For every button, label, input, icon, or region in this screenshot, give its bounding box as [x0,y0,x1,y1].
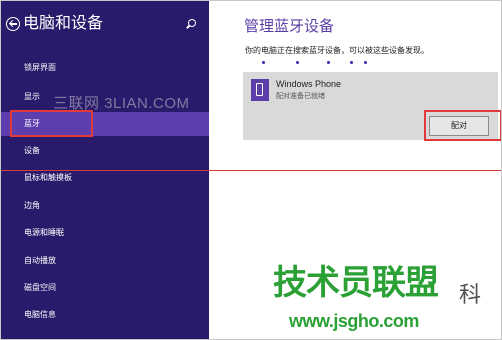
device-status: 配对准备已就绪 [276,93,325,100]
searching-progress-dot [296,61,299,64]
searching-progress-dot [364,61,367,64]
sidebar-title: 电脑和设备 [23,15,104,32]
sidebar-item-autoplay[interactable]: 自动播放 [1,249,209,273]
searching-progress-dot [327,61,330,64]
page-description: 你的电脑正在搜索蓝牙设备，可以被这些设备发现。 [245,46,429,55]
searching-progress-dot [262,61,265,64]
sidebar-item-power-sleep[interactable]: 电源和睡眠 [1,221,209,245]
window: 电脑和设备 锁屏界面 显示 蓝牙 设备 鼠标和触摸板 边角 电源和睡眠 自动播放… [0,0,502,340]
selection-highlight-box [10,110,93,137]
phone-icon [256,83,263,96]
watermark-url: www.jsgho.com [289,311,419,331]
sidebar-item-disk-space[interactable]: 磁盘空间 [1,276,209,300]
watermark-text: 三联网 3LIAN.COM [53,95,190,112]
watermark-trailing-text: 科 [459,282,482,307]
pair-highlight-box [424,110,501,141]
watermark-logo-text: 技术员联盟 [273,264,439,302]
sidebar-item-devices[interactable]: 设备 [1,139,209,163]
sidebar-item-lock-screen[interactable]: 锁屏界面 [1,56,209,80]
page-title: 管理蓝牙设备 [244,18,335,35]
red-divider-line [1,170,501,171]
device-icon-tile [251,79,269,101]
sidebar-item-pc-info[interactable]: 电脑信息 [1,303,209,327]
back-arrow-icon[interactable] [6,17,20,31]
sidebar-header: 电脑和设备 [1,1,209,45]
device-name: Windows Phone [276,79,342,89]
searching-progress-dot [350,61,353,64]
watermark-logo: 技术员联盟 科 www.jsgho.com [273,263,501,339]
search-icon[interactable] [188,19,196,27]
sidebar-item-corners[interactable]: 边角 [1,194,209,218]
